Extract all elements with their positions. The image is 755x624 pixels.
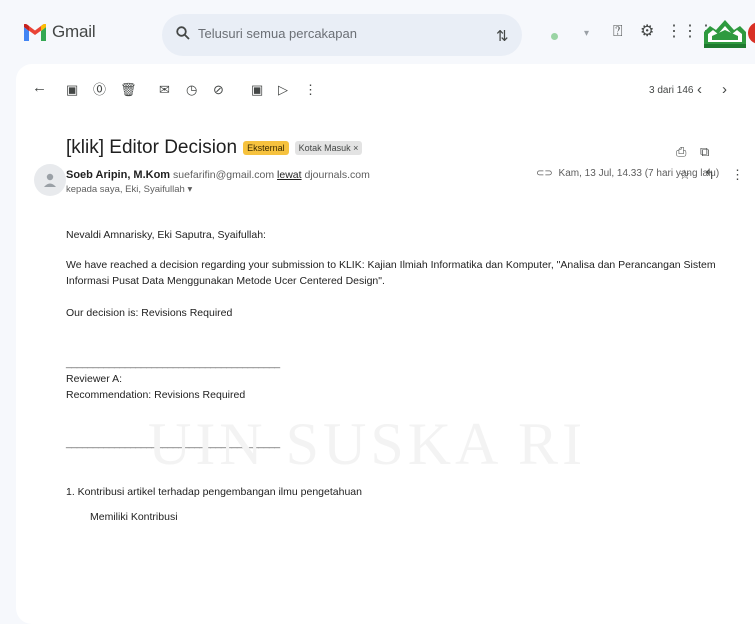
sender-line: Soeb Aripin, M.Kom suefarifin@gmail.com … — [66, 169, 370, 181]
email-date: ⊂⊃ Kam, 13 Jul, 14.33 (7 hari yang lalu) — [536, 168, 719, 179]
body-greeting: Nevaldi Amnarisky, Eki Saputra, Syaifull… — [66, 229, 266, 241]
print-icon[interactable]: ⎙ — [676, 144, 686, 160]
sender-email: suefarifin@gmail.com — [173, 169, 275, 181]
move-to-icon[interactable]: ▣ — [251, 83, 263, 97]
email-subject-row: [klik] Editor Decision Eksternal Kotak M… — [66, 137, 363, 159]
gear-icon[interactable]: ⚙ — [640, 24, 654, 40]
arrow-back-icon[interactable]: ← — [32, 80, 47, 95]
external-badge: Eksternal — [243, 141, 289, 155]
body-question-1: 1. Kontribusi artikel terhadap pengemban… — [66, 486, 362, 498]
person-icon — [44, 173, 56, 187]
search-bar[interactable]: Telusuri semua percakapan ⇅ — [162, 14, 522, 56]
gmail-m-icon — [24, 23, 46, 41]
app-name: Gmail — [52, 22, 96, 41]
pagination-count: 3 dari 146 — [649, 85, 694, 96]
more-vert-icon[interactable]: ⋮ — [731, 167, 744, 183]
open-in-new-icon[interactable]: ⧉ — [700, 144, 709, 160]
reply-icon[interactable]: ↰ — [704, 167, 715, 183]
email-date-text: Kam, 13 Jul, 14.33 (7 hari yang lalu) — [558, 168, 720, 179]
via-domain: djournals.com — [304, 169, 370, 181]
search-icon[interactable] — [176, 26, 190, 40]
chevron-right-icon[interactable]: › — [722, 81, 727, 98]
recipients-toggle[interactable]: kepada saya, Eki, Syaifullah ▾ — [66, 184, 192, 195]
body-decision: Our decision is: Revisions Required — [66, 307, 233, 319]
search-input[interactable]: Telusuri semua percakapan — [198, 26, 357, 41]
mail-icon[interactable]: ✉ — [159, 83, 170, 97]
status-indicator[interactable] — [551, 33, 558, 40]
sender-name[interactable]: Soeb Aripin, M.Kom — [66, 169, 170, 181]
message-toolbar: ← ▣ ⓪ 🗑 ✉ ◷ ⊘ ▣ ▷ ⋮ 3 dari 146 ‹ › — [16, 64, 755, 112]
top-bar: Gmail Telusuri semua percakapan ⇅ ▾ ⍰ ⚙ … — [0, 0, 755, 64]
add-task-icon[interactable]: ⊘ — [213, 83, 224, 97]
organization-logo[interactable] — [700, 14, 750, 54]
inbox-label-chip[interactable]: Kotak Masuk × — [294, 141, 363, 155]
report-icon[interactable]: ⓪ — [93, 83, 106, 97]
message-panel: ← ▣ ⓪ 🗑 ✉ ◷ ⊘ ▣ ▷ ⋮ 3 dari 146 ‹ › [klik… — [16, 64, 755, 624]
label-icon[interactable]: ▷ — [278, 83, 288, 97]
body-recommendation: Recommendation: Revisions Required — [66, 389, 246, 401]
body-separator: ________________________________________ — [66, 357, 280, 369]
body-intro: We have reached a decision regarding you… — [66, 259, 716, 287]
body-reviewer: Reviewer A: — [66, 373, 123, 385]
archive-icon[interactable]: ▣ — [66, 83, 78, 97]
trash-icon[interactable]: 🗑 — [120, 83, 137, 97]
clock-icon[interactable]: ◷ — [186, 83, 197, 97]
body-separator: ________________________________________ — [66, 437, 280, 449]
body-answer-1: Memiliki Kontribusi — [90, 511, 178, 523]
attachment-label-icon: ⊂⊃ — [536, 168, 553, 179]
chevron-down-icon[interactable]: ▾ — [584, 28, 589, 39]
gmail-logo[interactable]: Gmail — [24, 22, 96, 42]
more-vert-icon[interactable]: ⋮ — [304, 83, 317, 97]
sender-avatar[interactable] — [34, 164, 66, 196]
help-icon[interactable]: ⍰ — [613, 24, 623, 40]
star-icon[interactable]: ☆ — [679, 167, 691, 183]
via-link[interactable]: lewat — [277, 169, 302, 181]
email-subject: [klik] Editor Decision — [66, 137, 238, 158]
chevron-left-icon[interactable]: ‹ — [697, 81, 702, 98]
tune-icon[interactable]: ⇅ — [496, 27, 509, 45]
